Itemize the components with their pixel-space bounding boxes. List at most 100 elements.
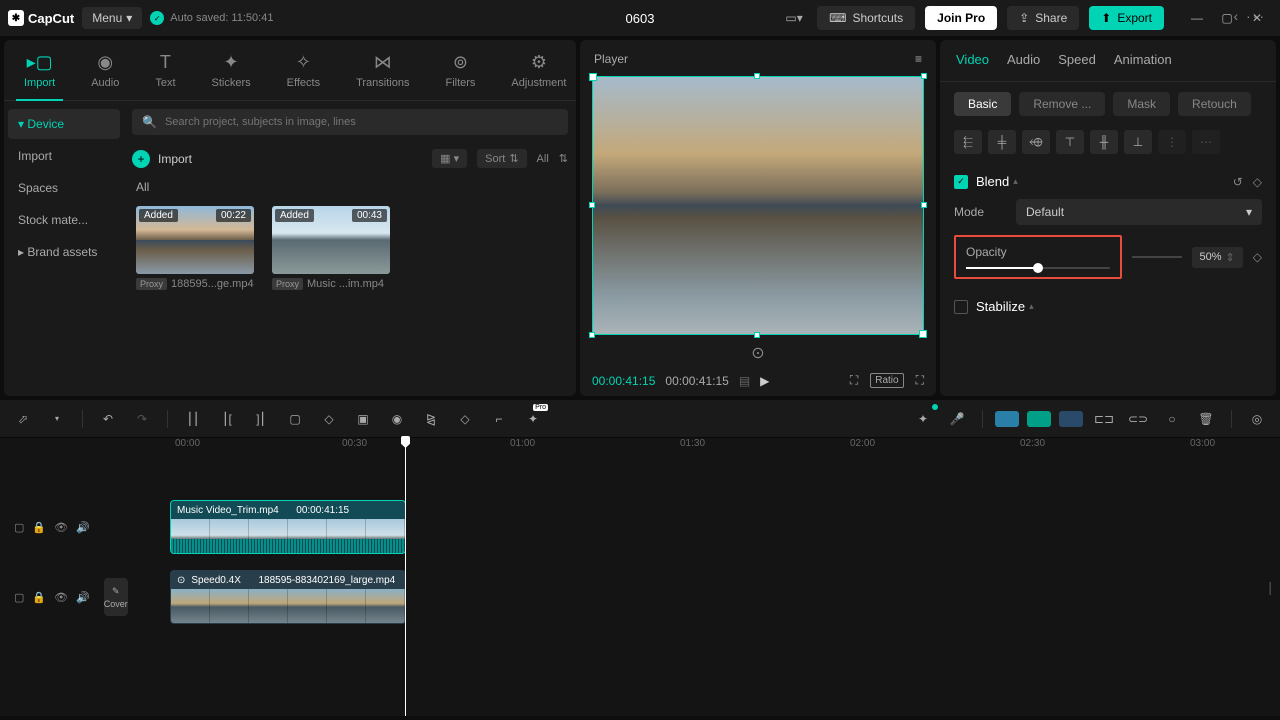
pro-tool-icon[interactable]: ✦Pro (520, 406, 546, 432)
filter-all-button[interactable]: All (537, 153, 549, 165)
sidebar-item-import[interactable]: Import (8, 141, 120, 171)
subtab-basic[interactable]: Basic (954, 92, 1011, 116)
align-vcenter-icon[interactable]: ╫ (1090, 130, 1118, 154)
tab-audio[interactable]: ◉Audio (83, 48, 127, 100)
media-clip[interactable]: Added 00:22 Proxy 188595...ge.mp4 (136, 206, 254, 290)
redo-button[interactable]: ↷ (129, 406, 155, 432)
join-pro-button[interactable]: Join Pro (925, 6, 997, 30)
undo-button[interactable]: ↶ (95, 406, 121, 432)
filter-icon[interactable]: ⇅ (559, 152, 568, 165)
export-button[interactable]: ⬆Export (1089, 6, 1164, 30)
track-box-icon[interactable]: ▢ (14, 591, 24, 604)
speaker-icon[interactable]: 🔊 (76, 521, 90, 534)
compound-icon[interactable]: ▣ (350, 406, 376, 432)
media-clip[interactable]: Added 00:43 Proxy Music ...im.mp4 (272, 206, 390, 290)
cursor-tool-icon[interactable]: ⬀ (10, 406, 36, 432)
align-top-icon[interactable]: ⊤ (1056, 130, 1084, 154)
track-toggle-1[interactable] (995, 411, 1019, 427)
track-toggle-3[interactable] (1059, 411, 1083, 427)
subtab-mask[interactable]: Mask (1113, 92, 1170, 116)
align-left-icon[interactable]: ⬱ (954, 130, 982, 154)
track-box-icon[interactable]: ▢ (14, 521, 24, 534)
tab-import[interactable]: ▸▢Import (16, 48, 63, 101)
eye-icon[interactable]: 👁 (54, 591, 68, 604)
view-toggle[interactable]: ▦ ▾ (432, 149, 467, 168)
prop-tab-animation[interactable]: Animation (1114, 52, 1172, 73)
shortcuts-button[interactable]: ⌨Shortcuts (817, 6, 915, 30)
tab-adjustment[interactable]: ⚙Adjustment (503, 48, 574, 100)
playhead[interactable] (405, 438, 406, 716)
audio-icon: ◉ (97, 52, 113, 73)
mic-icon[interactable]: 🎤 (944, 406, 970, 432)
delete-icon[interactable]: 🗑 (1193, 406, 1219, 432)
menu-button[interactable]: Menu▾ (82, 7, 142, 29)
reset-icon[interactable]: ↺ (1233, 175, 1243, 189)
split-icon[interactable]: ⎮⎮ (180, 406, 206, 432)
search-input[interactable]: 🔍 (132, 109, 568, 135)
player-panel: Player ≡ ⊙ 00:00:41:15 00:00:41:15 ▤ ▶ ⛶… (580, 40, 936, 396)
opacity-slider[interactable] (966, 267, 1110, 269)
cursor-dropdown-icon[interactable]: ▾ (44, 406, 70, 432)
media-tab-bar: ▸▢Import ◉Audio TText ✦Stickers ✧Effects… (4, 40, 576, 101)
rotate-icon[interactable]: ◇ (452, 406, 478, 432)
stabilize-checkbox[interactable] (954, 300, 968, 314)
scale-icon[interactable]: ⛶ (850, 373, 858, 388)
eye-icon[interactable]: 👁 (54, 521, 68, 534)
sidebar-item-device[interactable]: ▾ Device (8, 109, 120, 139)
timeline-ruler[interactable]: 00:00 00:30 01:00 01:30 02:00 02:30 03:0… (0, 438, 1280, 458)
ratio-button[interactable]: Ratio (870, 373, 903, 388)
tab-text[interactable]: TText (147, 48, 183, 100)
subtab-retouch[interactable]: Retouch (1178, 92, 1251, 116)
fullscreen-icon[interactable]: ⛶ (916, 373, 924, 388)
more-icon[interactable]: ‹ ··· (1233, 8, 1266, 24)
prop-tab-video[interactable]: Video (956, 52, 989, 73)
speaker-icon[interactable]: 🔊 (76, 591, 90, 604)
play-button[interactable]: ▶ (760, 374, 769, 388)
share-button[interactable]: ⇪Share (1007, 6, 1079, 30)
timeline-clip-main[interactable]: ⊙Speed0.4X 188595-883402169_large.mp4 (170, 570, 406, 624)
blend-checkbox[interactable]: ✓ (954, 175, 968, 189)
align-bottom-icon[interactable]: ⊥ (1124, 130, 1152, 154)
split-left-icon[interactable]: ⎮[ (214, 406, 240, 432)
link-icon[interactable]: ⊂⊃ (1125, 406, 1151, 432)
crop-icon[interactable]: ▢ (282, 406, 308, 432)
time-current: 00:00:41:15 (592, 374, 655, 388)
marker-icon[interactable]: ◇ (316, 406, 342, 432)
ai-button[interactable]: ✦ (910, 406, 936, 432)
preview-canvas[interactable] (592, 76, 924, 335)
preview-icon[interactable]: ○ (1159, 406, 1185, 432)
tab-transitions[interactable]: ⋈Transitions (348, 48, 417, 100)
transform-icon[interactable]: ⊙ (588, 335, 928, 367)
track-toggle-2[interactable] (1027, 411, 1051, 427)
tab-stickers[interactable]: ✦Stickers (204, 48, 259, 100)
timeline-clip-overlay[interactable]: Music Video_Trim.mp4 00:00:41:15 (170, 500, 406, 554)
lock-icon[interactable]: 🔒 (32, 591, 46, 604)
tab-effects[interactable]: ✧Effects (279, 48, 328, 100)
mode-select[interactable]: Default▾ (1016, 199, 1262, 225)
align-hcenter-icon[interactable]: ╪ (988, 130, 1016, 154)
zoom-fit-icon[interactable]: ◎ (1244, 406, 1270, 432)
menu-icon[interactable]: ≡ (915, 52, 922, 66)
layout-toggle-icon[interactable]: ▭▾ (781, 5, 807, 31)
sidebar-item-stock[interactable]: Stock mate... (8, 205, 120, 235)
align-right-icon[interactable]: ⬲ (1022, 130, 1050, 154)
prop-tab-audio[interactable]: Audio (1007, 52, 1040, 73)
minimize-button[interactable]: — (1182, 6, 1212, 30)
subtab-remove[interactable]: Remove ... (1019, 92, 1105, 116)
sort-button[interactable]: Sort ⇅ (477, 149, 526, 168)
sidebar-item-spaces[interactable]: Spaces (8, 173, 120, 203)
speed-icon[interactable]: ◉ (384, 406, 410, 432)
keyframe-icon[interactable]: ◇ (1253, 175, 1262, 189)
sidebar-item-brand[interactable]: ▸ Brand assets (8, 237, 120, 267)
prop-tab-speed[interactable]: Speed (1058, 52, 1096, 73)
opacity-value-input[interactable]: 50%⇕ (1192, 247, 1243, 268)
tab-filters[interactable]: ⊚Filters (437, 48, 483, 100)
split-right-icon[interactable]: ]⎮ (248, 406, 274, 432)
crop2-icon[interactable]: ⌐ (486, 406, 512, 432)
list-icon[interactable]: ▤ (739, 374, 750, 388)
magnet-icon[interactable]: ⊏⊐ (1091, 406, 1117, 432)
lock-icon[interactable]: 🔒 (32, 521, 46, 534)
mirror-icon[interactable]: ⧎ (418, 406, 444, 432)
import-plus-icon[interactable]: + (132, 150, 150, 168)
opacity-keyframe-icon[interactable]: ◇ (1253, 250, 1262, 264)
